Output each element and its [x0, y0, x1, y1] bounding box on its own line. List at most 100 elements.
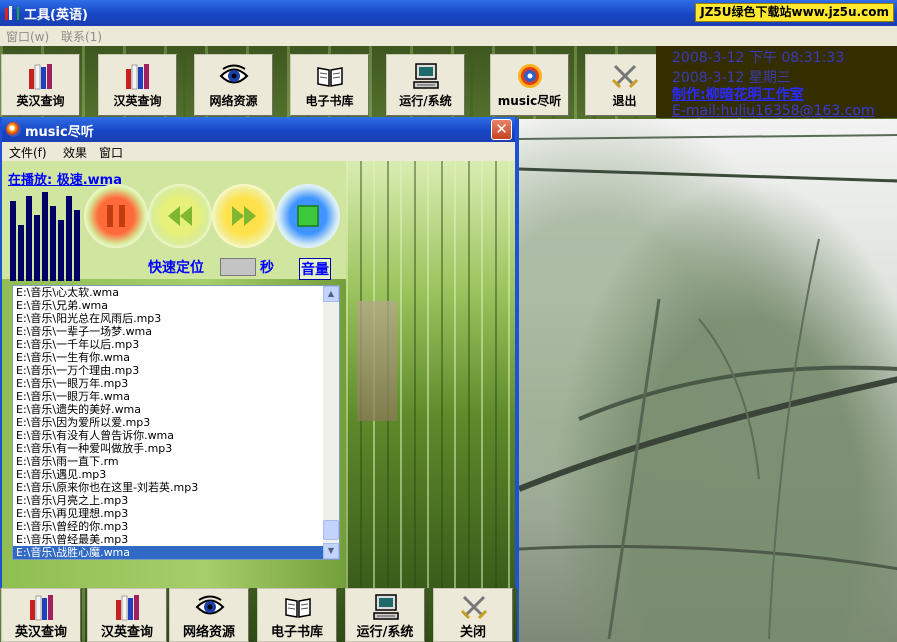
- books-icon: [113, 592, 143, 622]
- contact-email[interactable]: E-mail:huliu16358@163.com: [672, 103, 875, 118]
- volume-button[interactable]: 音量: [299, 258, 331, 280]
- playlist-scrollbar[interactable]: ▲ ▼: [323, 286, 339, 559]
- forest-path: [357, 301, 397, 421]
- bottom-button-web-resources[interactable]: 网络资源: [169, 588, 249, 642]
- toolbar-label: 退出: [612, 94, 637, 108]
- music-disc-icon: [515, 61, 545, 91]
- spectrum-bar: [42, 192, 48, 281]
- playlist-item[interactable]: E:\音乐\遇见.mp3: [13, 468, 325, 481]
- info-panel: 2008-3-12 下午 08:31:33 2008-3-12 星期三 制作:柳…: [656, 46, 897, 118]
- scroll-down-arrow-icon[interactable]: ▼: [323, 543, 339, 559]
- toolbar-button-web-resources[interactable]: 网络资源: [194, 54, 273, 116]
- books-icon: [123, 61, 153, 91]
- music-window-title: music尽听: [25, 125, 94, 140]
- music-disc-icon: [6, 122, 21, 137]
- playlist-item[interactable]: E:\音乐\心太软.wma: [13, 286, 325, 299]
- spectrum-bar: [10, 201, 16, 281]
- music-player-window: music尽听 ✕ 文件(f) 效果 窗口 在播放: 极速.wma 快速定位 秒…: [0, 117, 517, 588]
- close-button[interactable]: ✕: [491, 119, 512, 140]
- toolbar-button-ebooks[interactable]: 电子书库: [290, 54, 369, 116]
- stop-button[interactable]: [276, 184, 340, 248]
- playlist-item[interactable]: E:\音乐\一眼万年.mp3: [13, 377, 325, 390]
- playlist-item[interactable]: E:\音乐\一千年以后.mp3: [13, 338, 325, 351]
- maker-credit[interactable]: 制作:柳暗花明工作室: [672, 84, 804, 104]
- playlist-item[interactable]: E:\音乐\兄弟.wma: [13, 299, 325, 312]
- bottom-toolbar-label: 英汉查询: [14, 625, 67, 640]
- playlist-item[interactable]: E:\音乐\月亮之上.mp3: [13, 494, 325, 507]
- playlist-items: E:\音乐\心太软.wma E:\音乐\兄弟.wma E:\音乐\阳光总在风雨后.m…: [13, 286, 325, 559]
- playlist-item[interactable]: E:\音乐\曾经最美.mp3: [13, 533, 325, 546]
- books-icon: [27, 592, 57, 622]
- bottom-button-ebooks[interactable]: 电子书库: [257, 588, 337, 642]
- playlist-item[interactable]: E:\音乐\原来你也在这里-刘若英.mp3: [13, 481, 325, 494]
- spectrum-bar: [66, 196, 72, 281]
- toolbar-label: 汉英查询: [113, 94, 162, 108]
- bottom-button-close[interactable]: 关闭: [433, 588, 513, 642]
- bottom-toolbar-label: 汉英查询: [100, 625, 153, 640]
- playlist[interactable]: E:\音乐\心太软.wma E:\音乐\兄弟.wma E:\音乐\阳光总在风雨后.m…: [12, 285, 340, 560]
- spectrum-visualizer: [10, 187, 82, 281]
- playlist-item[interactable]: E:\音乐\有没有人曾告诉你.wma: [13, 429, 325, 442]
- playlist-item[interactable]: E:\音乐\一万个理由.mp3: [13, 364, 325, 377]
- toolbar-button-exit[interactable]: 退出: [585, 54, 664, 116]
- open-book-icon: [315, 61, 345, 91]
- crossed-swords-icon: [610, 61, 640, 91]
- seek-label: 快速定位: [148, 260, 204, 276]
- scenery-photo: [517, 119, 897, 642]
- rewind-icon: [168, 206, 192, 226]
- toolbar-button-run-system[interactable]: 运行/系统: [386, 54, 465, 116]
- fast-forward-icon: [232, 206, 256, 226]
- scroll-up-arrow-icon[interactable]: ▲: [323, 286, 339, 302]
- bookshelf-app-icon: [5, 6, 19, 20]
- pause-button[interactable]: [84, 184, 148, 248]
- spectrum-bar: [26, 196, 32, 281]
- site-badge: JZ5U绿色下载站www.jz5u.com: [695, 3, 894, 22]
- bottom-toolbar-label: 运行/系统: [356, 625, 414, 640]
- toolbar-label: 电子书库: [305, 94, 354, 108]
- playlist-item[interactable]: E:\音乐\有一种爱叫做放手.mp3: [13, 442, 325, 455]
- stop-icon: [297, 205, 319, 227]
- bottom-button-en-cn[interactable]: 英汉查询: [1, 588, 81, 642]
- menu-window[interactable]: 窗口: [99, 144, 123, 161]
- playlist-item[interactable]: E:\音乐\一眼万年.wma: [13, 390, 325, 403]
- computer-icon: [371, 592, 401, 622]
- bottom-button-run-system[interactable]: 运行/系统: [345, 588, 425, 642]
- music-window-menu-bar: 文件(f) 效果 窗口: [2, 142, 515, 161]
- toolbar-button-music[interactable]: music尽听: [490, 54, 569, 116]
- seek-unit-label: 秒: [260, 260, 274, 276]
- playlist-item[interactable]: E:\音乐\再见理想.mp3: [13, 507, 325, 520]
- next-button[interactable]: [212, 184, 276, 248]
- playlist-item[interactable]: E:\音乐\遗失的美好.wma: [13, 403, 325, 416]
- menu-contact[interactable]: 联系(1): [61, 28, 102, 45]
- toolbar-label: 运行/系统: [399, 94, 452, 108]
- main-menu-bar: 窗口(w) 联系(1): [0, 26, 897, 46]
- menu-window[interactable]: 窗口(w): [6, 28, 49, 45]
- menu-file[interactable]: 文件(f): [9, 144, 47, 161]
- playlist-item[interactable]: E:\音乐\因为爱所以爱.mp3: [13, 416, 325, 429]
- playlist-item[interactable]: E:\音乐\雨一直下.rm: [13, 455, 325, 468]
- main-title-bar[interactable]: 工具(英语) JZ5U绿色下载站www.jz5u.com: [0, 0, 897, 26]
- toolbar-label: 网络资源: [209, 94, 258, 108]
- playlist-item[interactable]: E:\音乐\阳光总在风雨后.mp3: [13, 312, 325, 325]
- spectrum-bar: [18, 225, 24, 281]
- eye-icon: [195, 592, 225, 622]
- playlist-item[interactable]: E:\音乐\战胜心魔.wma: [13, 546, 325, 559]
- toolbar-button-cn-en[interactable]: 汉英查询: [98, 54, 177, 116]
- toolbar-label: music尽听: [497, 94, 562, 108]
- playlist-item[interactable]: E:\音乐\一辈子一场梦.wma: [13, 325, 325, 338]
- bottom-button-cn-en[interactable]: 汉英查询: [87, 588, 167, 642]
- bottom-toolbar-label: 关闭: [459, 625, 486, 640]
- music-window-title-bar[interactable]: music尽听 ✕: [2, 117, 515, 142]
- books-icon: [26, 61, 56, 91]
- playlist-item[interactable]: E:\音乐\曾经的你.mp3: [13, 520, 325, 533]
- bottom-toolbar-label: 网络资源: [182, 625, 235, 640]
- crossed-swords-icon: [459, 592, 489, 622]
- previous-button[interactable]: [148, 184, 212, 248]
- playlist-item[interactable]: E:\音乐\一生有你.wma: [13, 351, 325, 364]
- datetime-readout: 2008-3-12 下午 08:31:33: [672, 50, 845, 66]
- scrollbar-thumb[interactable]: [323, 520, 339, 540]
- computer-icon: [411, 61, 441, 91]
- toolbar-button-en-cn[interactable]: 英汉查询: [1, 54, 80, 116]
- seek-seconds-input[interactable]: [220, 258, 256, 276]
- menu-effects[interactable]: 效果: [63, 144, 87, 161]
